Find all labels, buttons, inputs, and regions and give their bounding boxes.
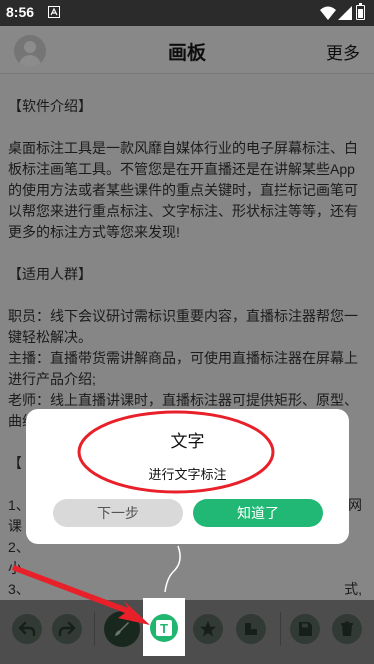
status-time: 8:56 xyxy=(6,4,35,20)
a-icon xyxy=(48,6,60,18)
wifi-icon xyxy=(320,6,336,20)
signal-icon xyxy=(338,6,352,20)
dialog-description: 进行文字标注 xyxy=(148,467,227,482)
got-it-button[interactable]: 知道了 xyxy=(193,499,323,527)
battery-icon xyxy=(356,3,365,20)
text-tool-letter: T xyxy=(156,620,172,636)
next-step-button[interactable]: 下一步 xyxy=(53,499,183,527)
status-bar: 8:56 xyxy=(0,0,374,26)
guide-dialog: 文字 进行文字标注 下一步 知道了 xyxy=(26,409,349,544)
tutorial-overlay[interactable] xyxy=(0,26,374,664)
text-icon[interactable]: T xyxy=(150,614,178,642)
dialog-title: 文字 xyxy=(170,432,205,451)
